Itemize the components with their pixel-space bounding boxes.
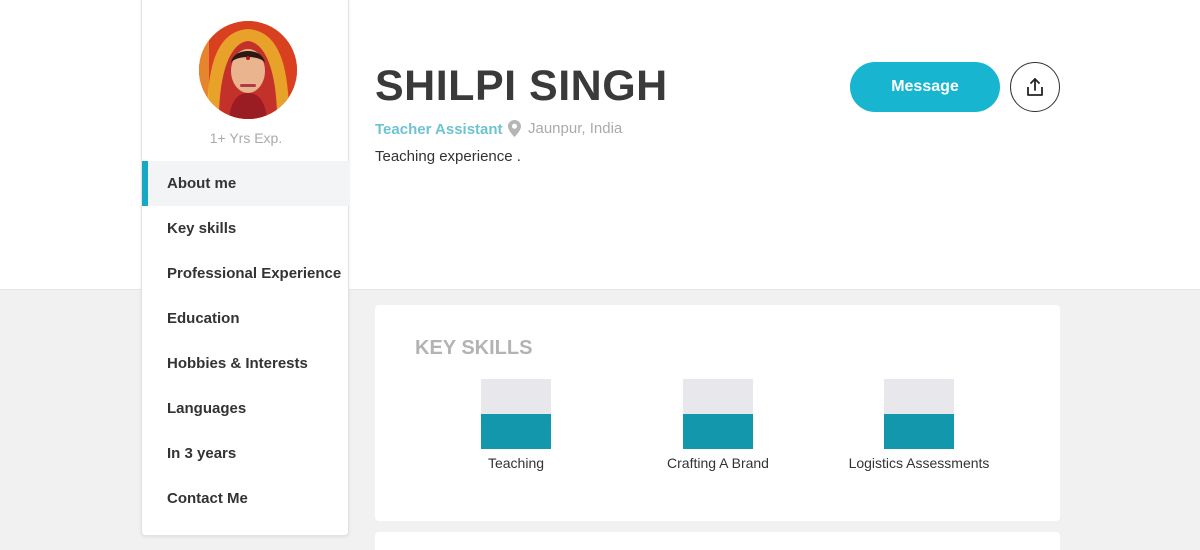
nav-item-contact-me[interactable]: Contact Me (142, 476, 350, 521)
location-text: Jaunpur, India (528, 120, 623, 137)
skill-item-teaching: Teaching (416, 379, 616, 471)
share-icon (1027, 78, 1043, 96)
location-pin-icon (508, 120, 521, 137)
experience-label: 1+ Yrs Exp. (209, 130, 283, 146)
profile-summary: Teaching experience . (375, 148, 521, 165)
skill-meter-fill (481, 414, 551, 449)
nav-item-in-3-years[interactable]: In 3 years (142, 431, 350, 476)
skill-label: Crafting A Brand (667, 455, 769, 471)
nav-item-professional-experience[interactable]: Professional Experience (142, 251, 350, 296)
profile-role: Teacher Assistant (375, 121, 503, 138)
skill-meter-fill (884, 414, 954, 449)
skill-meter (884, 379, 954, 449)
key-skills-title: KEY SKILLS (415, 337, 533, 359)
skill-item-logistics-assessments: Logistics Assessments (819, 379, 1019, 471)
share-button[interactable] (1010, 62, 1060, 112)
avatar (199, 21, 297, 119)
avatar-photo (199, 21, 297, 119)
nav-item-education[interactable]: Education (142, 296, 350, 341)
profile-nav: About me Key skills Professional Experie… (142, 161, 350, 521)
skill-meter-fill (683, 414, 753, 449)
profile-location: Jaunpur, India (508, 120, 622, 137)
nav-item-languages[interactable]: Languages (142, 386, 350, 431)
skill-item-crafting-a-brand: Crafting A Brand (618, 379, 818, 471)
nav-item-key-skills[interactable]: Key skills (142, 206, 350, 251)
next-section-card (375, 532, 1060, 550)
skill-label: Logistics Assessments (848, 455, 990, 471)
skill-meter (683, 379, 753, 449)
skill-label: Teaching (487, 455, 545, 471)
profile-name: SHILPI SINGH (375, 62, 668, 110)
profile-sidebar: 1+ Yrs Exp. About me Key skills Professi… (141, 0, 350, 536)
key-skills-card: KEY SKILLS Teaching Crafting A Brand Log… (375, 305, 1060, 521)
message-button[interactable]: Message (850, 62, 1000, 112)
nav-item-hobbies-interests[interactable]: Hobbies & Interests (142, 341, 350, 386)
skill-meter (481, 379, 551, 449)
nav-item-about-me[interactable]: About me (142, 161, 350, 206)
